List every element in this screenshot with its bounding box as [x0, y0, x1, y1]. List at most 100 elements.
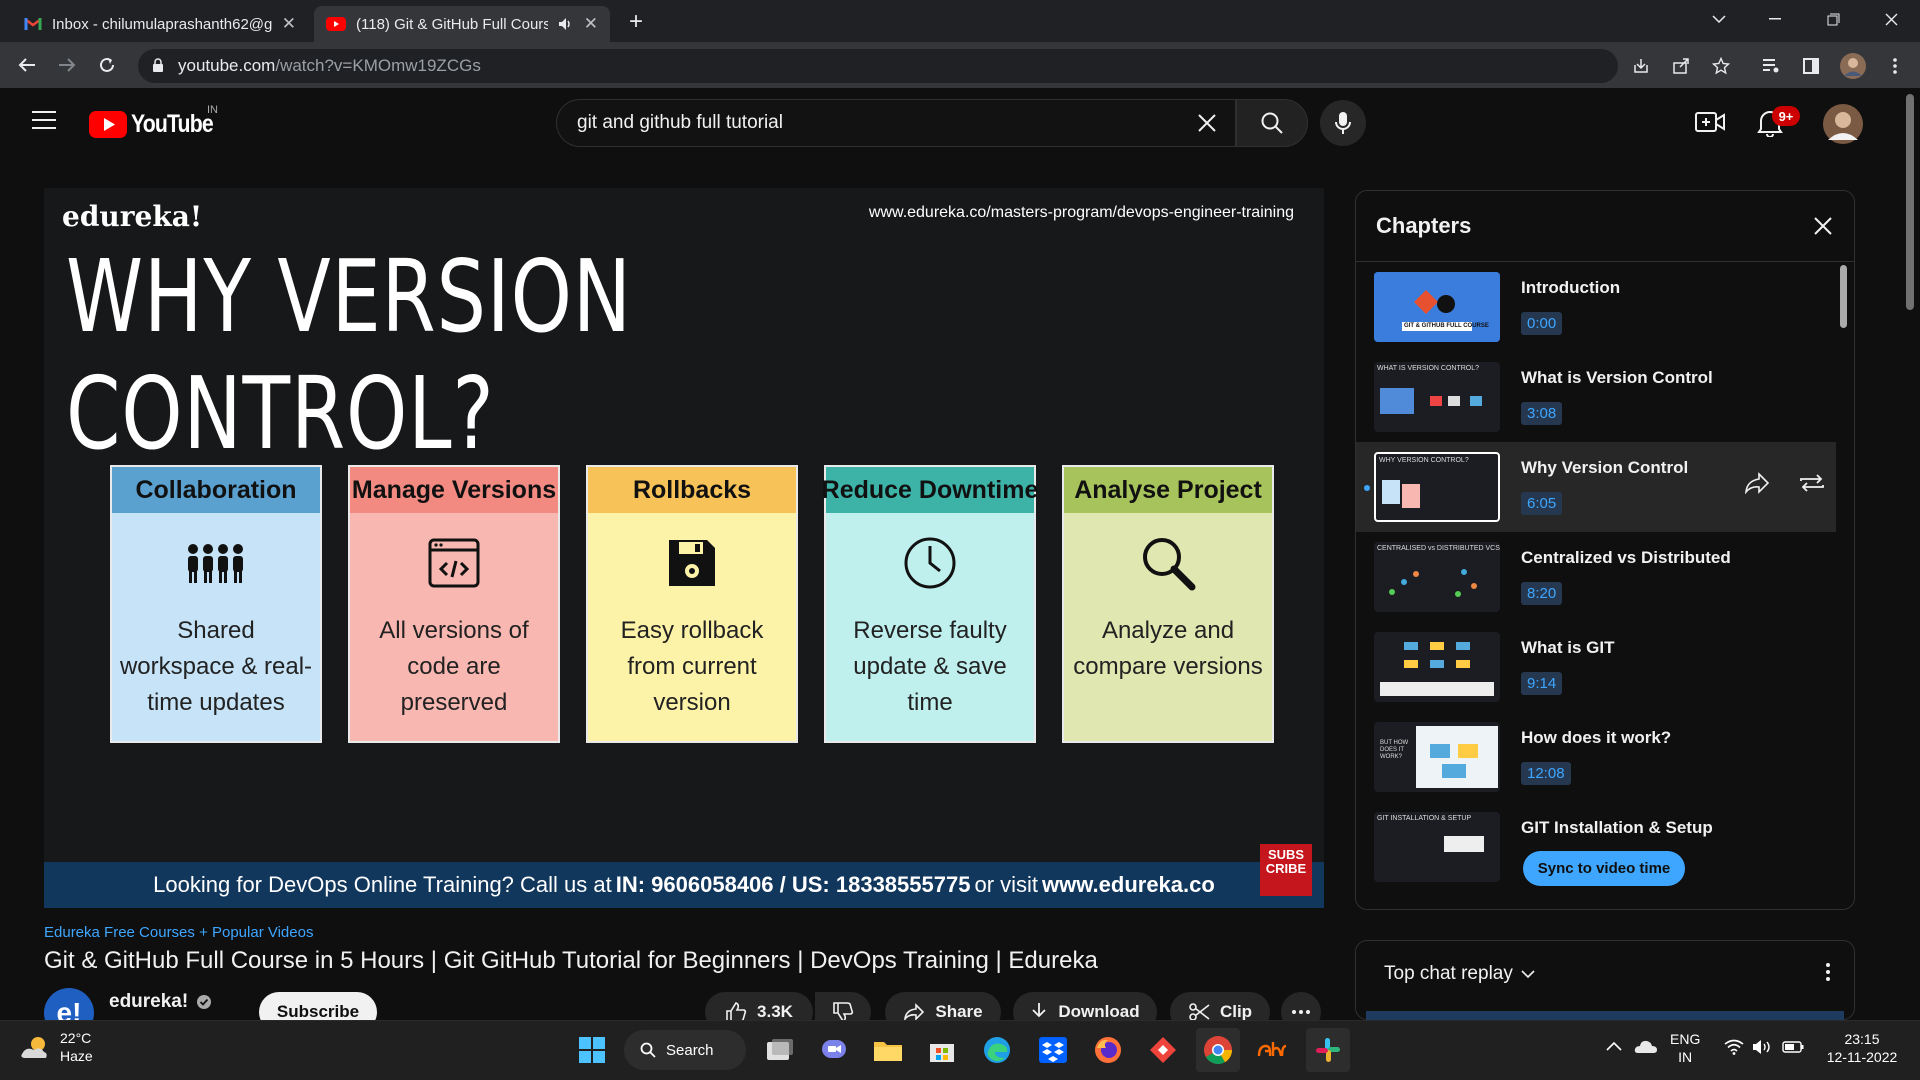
chevron-down-icon	[1521, 970, 1535, 978]
page-scrollbar[interactable]	[1906, 94, 1914, 310]
loop-chapter-icon[interactable]	[1798, 472, 1826, 494]
subscribe-watermark[interactable]: SUBS CRIBE	[1260, 844, 1312, 896]
chapters-scrollbar[interactable]	[1840, 265, 1847, 328]
url-text: youtube.com/watch?v=KMOmw19ZCGs	[178, 56, 481, 76]
teams-chat-icon[interactable]	[812, 1028, 856, 1072]
verified-check-icon	[196, 994, 212, 1010]
chapter-timestamp[interactable]: 6:05	[1521, 492, 1563, 515]
scissors-icon	[1188, 1002, 1210, 1022]
banner-prefix: Looking for DevOps Online Training? Call…	[153, 872, 612, 897]
video-player[interactable]: edureka! www.edureka.co/masters-program/…	[44, 188, 1324, 908]
weather-condition: Haze	[60, 1048, 93, 1064]
chapter-title: What is Version Control	[1521, 368, 1713, 387]
search-input[interactable]: git and github full tutorial	[556, 99, 1236, 147]
browser-menu-icon[interactable]	[1880, 51, 1910, 81]
create-video-icon[interactable]	[1695, 110, 1725, 134]
close-tab-icon[interactable]: ✕	[584, 14, 598, 34]
share-page-icon[interactable]	[1666, 51, 1696, 81]
chapter-item[interactable]: BUT HOW DOES IT WORK? How does it work? …	[1356, 712, 1836, 802]
hamburger-menu-icon[interactable]	[32, 111, 56, 129]
anydesk-icon[interactable]	[1141, 1028, 1185, 1072]
battery-icon[interactable]	[1782, 1041, 1804, 1053]
video-hashtags[interactable]: Edureka Free Courses + Popular Videos	[44, 924, 313, 941]
aha-app-icon[interactable]	[1250, 1028, 1294, 1072]
close-tab-icon[interactable]: ✕	[282, 14, 296, 34]
profile-avatar[interactable]	[1838, 51, 1868, 81]
search-icon	[1260, 111, 1284, 135]
chapter-item[interactable]: CENTRALISED vs DISTRIBUTED VCS Centraliz…	[1356, 532, 1836, 622]
channel-name[interactable]: edureka!	[109, 991, 212, 1013]
language-indicator[interactable]: ENG IN	[1670, 1030, 1700, 1066]
chapter-timestamp[interactable]: 12:08	[1521, 762, 1571, 785]
clear-search-icon[interactable]	[1197, 113, 1217, 133]
tab-search-chevron-icon[interactable]	[1696, 0, 1742, 38]
live-chat-replay: Top chat replay	[1355, 940, 1855, 1021]
chapter-thumbnail	[1374, 632, 1500, 702]
file-explorer-icon[interactable]	[866, 1028, 910, 1072]
tab-gmail-inbox[interactable]: Inbox - chilumulaprashanth62@gmail.com ✕	[12, 6, 308, 42]
chapter-item[interactable]: GIT & GITHUB FULL COURSE Introduction 0:…	[1356, 262, 1836, 352]
lock-icon[interactable]	[152, 58, 164, 73]
clock-date-tray[interactable]: 23:15 12-11-2022	[1822, 1030, 1902, 1066]
show-hidden-icons-chevron-icon[interactable]	[1606, 1041, 1622, 1051]
voice-search-button[interactable]	[1320, 100, 1366, 146]
slack-icon[interactable]	[1306, 1028, 1350, 1072]
share-label: Share	[935, 1002, 983, 1021]
chapter-thumb-caption: GIT & GITHUB FULL COURSE	[1404, 323, 1489, 329]
chapter-timestamp[interactable]: 0:00	[1521, 312, 1563, 335]
side-panel-icon[interactable]	[1796, 51, 1826, 81]
chapter-thumb-caption: BUT HOW DOES IT WORK?	[1380, 740, 1409, 760]
chapter-timestamp[interactable]: 9:14	[1521, 672, 1563, 695]
media-control-icon[interactable]	[1756, 51, 1786, 81]
weather-widget[interactable]: 22°C Haze	[20, 1029, 93, 1065]
chapter-item[interactable]: What is GIT 9:14	[1356, 622, 1836, 712]
close-chapters-icon[interactable]	[1808, 211, 1838, 241]
onedrive-cloud-icon[interactable]	[1634, 1038, 1658, 1054]
task-view-icon[interactable]	[758, 1028, 802, 1072]
card-title: Rollbacks	[588, 467, 796, 513]
tab-title: Inbox - chilumulaprashanth62@gmail.com	[52, 15, 272, 33]
bookmark-star-icon[interactable]	[1706, 51, 1736, 81]
like-count: 3.3K	[757, 1002, 793, 1021]
chapter-timestamp[interactable]: 8:20	[1521, 582, 1563, 605]
speaker-icon[interactable]	[558, 17, 574, 31]
chapter-timestamp[interactable]: 3:08	[1521, 402, 1563, 425]
haze-weather-icon	[20, 1034, 50, 1060]
chapter-item[interactable]: WHAT IS VERSION CONTROL? What is Version…	[1356, 352, 1836, 442]
more-horizontal-icon	[1292, 1010, 1310, 1014]
address-bar[interactable]: youtube.com/watch?v=KMOmw19ZCGs	[138, 49, 1618, 83]
youtube-icon	[326, 17, 346, 31]
minimize-icon[interactable]	[1752, 0, 1798, 38]
install-app-icon[interactable]	[1626, 51, 1656, 81]
banner-mid: or visit	[974, 872, 1039, 897]
new-tab-button[interactable]: +	[622, 9, 650, 37]
microsoft-store-icon[interactable]	[920, 1028, 964, 1072]
youtube-logo[interactable]: YouTube IN	[89, 104, 227, 139]
firefox-icon[interactable]	[1086, 1028, 1130, 1072]
card-description: Shared workspace & real-time updates	[119, 617, 313, 716]
sync-to-video-time-button[interactable]: Sync to video time	[1523, 851, 1685, 886]
forward-arrow-icon[interactable]	[52, 51, 82, 79]
reload-icon[interactable]	[92, 51, 122, 79]
dropbox-icon[interactable]	[1031, 1028, 1075, 1072]
chat-more-options-icon[interactable]	[1826, 963, 1830, 981]
clip-label: Clip	[1219, 1002, 1253, 1021]
share-chapter-icon[interactable]	[1744, 472, 1770, 494]
search-button[interactable]	[1236, 99, 1308, 147]
chat-mode-dropdown[interactable]: Top chat replay	[1384, 963, 1535, 985]
card-title: Manage Versions	[350, 467, 558, 513]
wifi-icon[interactable]	[1724, 1039, 1744, 1055]
windows-start-icon[interactable]	[570, 1028, 614, 1072]
close-window-icon[interactable]	[1868, 0, 1914, 38]
account-avatar[interactable]	[1823, 104, 1863, 144]
back-arrow-icon[interactable]	[12, 51, 42, 79]
chapter-item-active[interactable]: WHY VERSION CONTROL? Why Version Control…	[1356, 442, 1836, 532]
tab-youtube-video[interactable]: (118) Git & GitHub Full Course ✕	[314, 6, 610, 42]
taskbar-search-button[interactable]: Search	[624, 1030, 746, 1070]
chrome-icon[interactable]	[1196, 1028, 1240, 1072]
subscribe-watermark-line2: CRIBE	[1265, 861, 1307, 876]
restore-icon[interactable]	[1810, 0, 1856, 38]
volume-icon[interactable]	[1752, 1039, 1772, 1055]
edge-browser-icon[interactable]	[975, 1028, 1019, 1072]
chapter-thumbnail: BUT HOW DOES IT WORK?	[1374, 722, 1500, 792]
